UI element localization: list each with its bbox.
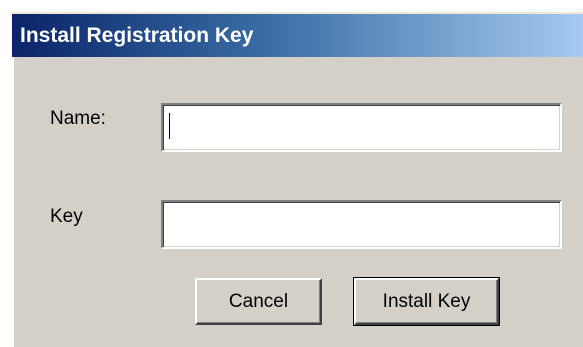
left-frame xyxy=(0,0,12,347)
install-key-button[interactable]: Install Key xyxy=(353,277,500,326)
text-caret xyxy=(169,113,170,139)
name-label: Name: xyxy=(50,108,106,129)
install-registration-key-dialog: Install Registration Key Name: Key Cance… xyxy=(0,0,583,347)
title-bar[interactable]: Install Registration Key xyxy=(12,14,583,57)
dialog-title: Install Registration Key xyxy=(20,23,254,47)
cancel-button[interactable]: Cancel xyxy=(195,278,322,325)
key-field-frame[interactable] xyxy=(161,200,562,249)
key-field[interactable] xyxy=(163,202,560,247)
name-field[interactable] xyxy=(163,105,560,150)
dialog-left-edge xyxy=(12,57,14,347)
name-field-frame[interactable] xyxy=(161,103,562,152)
key-label: Key xyxy=(50,206,83,227)
